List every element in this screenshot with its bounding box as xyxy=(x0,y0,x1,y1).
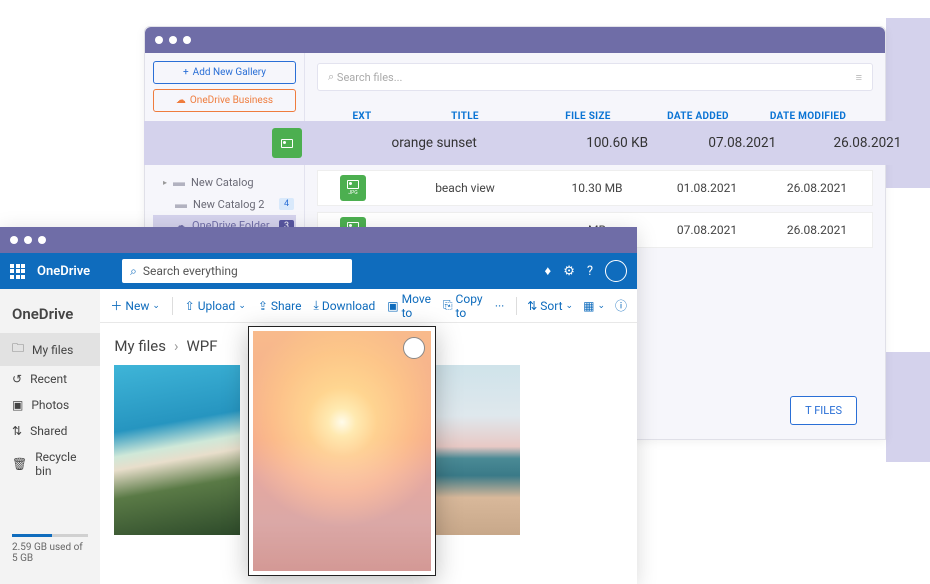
onedrive-header: OneDrive ⌕ Search everything ♦ ⚙ ? xyxy=(0,253,637,289)
folder-icon: ▬ xyxy=(175,197,187,211)
cell-added: 07.08.2021 xyxy=(680,135,805,151)
nav-photos[interactable]: ▣ Photos xyxy=(0,392,100,418)
nav-label: Photos xyxy=(31,398,69,412)
sort-icon: ⇅ xyxy=(527,299,537,313)
search-placeholder: Search everything xyxy=(143,264,238,278)
cell-added: 01.08.2021 xyxy=(652,181,762,195)
plus-icon: ＋ xyxy=(110,297,122,314)
file-type-icon xyxy=(272,128,302,158)
info-button[interactable]: ⓘ xyxy=(615,297,627,314)
tree-item-new-catalog[interactable]: ▸ ▬ New Catalog xyxy=(153,171,296,193)
search-input[interactable]: ⌕ Search files... ≡ xyxy=(317,63,873,91)
share-icon: ⇪ xyxy=(258,299,268,313)
search-placeholder: Search files... xyxy=(337,71,403,84)
brand-label: OneDrive xyxy=(37,264,90,279)
search-icon: ⌕ xyxy=(328,70,334,84)
selected-file-card[interactable] xyxy=(248,326,436,576)
photos-icon: ▣ xyxy=(12,398,23,412)
avatar[interactable] xyxy=(605,260,627,282)
plus-icon: + xyxy=(183,67,189,78)
tree-label: New Catalog 2 xyxy=(193,198,264,211)
nav-label: Recent xyxy=(30,372,67,386)
recent-icon: ↺ xyxy=(12,372,22,386)
search-icon: ⌕ xyxy=(130,264,137,279)
chevron-down-icon: ⌄ xyxy=(152,301,160,311)
breadcrumb-folder[interactable]: WPF xyxy=(187,337,218,355)
sort-button[interactable]: ⇅Sort⌄ xyxy=(527,299,573,313)
move-to-button[interactable]: ▣Move to xyxy=(387,292,431,320)
nav-recycle-bin[interactable]: 🗑 Recycle bin xyxy=(0,444,100,484)
storage-meter: 2.59 GB used of 5 GB xyxy=(0,524,100,574)
info-icon: ⓘ xyxy=(615,297,627,314)
cell-title: beach view xyxy=(388,181,542,195)
count-badge: 4 xyxy=(279,198,294,210)
tree-label: New Catalog xyxy=(191,176,254,189)
select-files-button[interactable]: T FILES xyxy=(790,396,857,425)
search-input[interactable]: ⌕ Search everything xyxy=(122,259,352,283)
cell-size: 100.60 KB xyxy=(555,135,680,151)
chevron-right-icon: › xyxy=(174,337,179,355)
onedrive-business-label: OneDrive Business xyxy=(190,95,273,106)
recycle-icon: 🗑 xyxy=(12,457,27,471)
onedrive-sidebar: OneDrive 🗀 My files ↺ Recent ▣ Photos ⇅ … xyxy=(0,289,100,584)
download-icon: ⤓ xyxy=(314,298,319,313)
upload-button[interactable]: ⇧Upload⌄ xyxy=(185,299,246,313)
app-launcher-icon[interactable] xyxy=(10,264,25,279)
add-new-gallery-button[interactable]: + Add New Gallery xyxy=(153,61,296,84)
sidebar-title: OneDrive xyxy=(0,299,100,333)
menu-icon[interactable]: ≡ xyxy=(856,71,862,84)
nav-shared[interactable]: ⇅ Shared xyxy=(0,418,100,444)
nav-my-files[interactable]: 🗀 My files xyxy=(0,333,100,366)
view-button[interactable]: ▦⌄ xyxy=(583,299,605,313)
cell-added: 07.08.2021 xyxy=(652,223,762,237)
cell-mod: 26.08.2021 xyxy=(762,223,872,237)
add-gallery-label: Add New Gallery xyxy=(193,67,266,78)
copy-icon: ⎘ xyxy=(443,298,453,313)
titlebar xyxy=(0,227,637,253)
upload-icon: ⇧ xyxy=(185,299,195,313)
folder-icon: ▬ xyxy=(173,175,185,189)
shared-icon: ⇅ xyxy=(12,424,22,438)
selection-checkbox[interactable] xyxy=(403,337,425,359)
storage-bar xyxy=(12,534,88,537)
breadcrumb-root[interactable]: My files xyxy=(114,337,166,355)
titlebar xyxy=(145,27,885,53)
cell-title: orange sunset xyxy=(314,135,555,151)
sunset-image xyxy=(253,331,431,571)
nav-label: My files xyxy=(32,343,73,357)
share-button[interactable]: ⇪Share xyxy=(258,299,302,313)
nav-recent[interactable]: ↺ Recent xyxy=(0,366,100,392)
cloud-icon: ☁ xyxy=(176,95,186,106)
table-row[interactable]: JPG beach view 10.30 MB 01.08.2021 26.08… xyxy=(317,170,873,206)
grid-icon: ▦ xyxy=(583,299,594,313)
new-button[interactable]: ＋New⌄ xyxy=(110,297,160,314)
gear-icon[interactable]: ⚙ xyxy=(563,264,575,279)
nav-label: Recycle bin xyxy=(35,450,88,478)
file-type-icon: JPG xyxy=(340,175,366,201)
cell-mod: 26.08.2021 xyxy=(762,181,872,195)
toolbar: ＋New⌄ ⇧Upload⌄ ⇪Share ⤓Download ▣Move to… xyxy=(100,289,637,323)
file-thumbnail[interactable] xyxy=(114,365,240,535)
more-button[interactable]: ··· xyxy=(495,299,504,313)
cell-mod: 26.08.2021 xyxy=(805,135,930,151)
tree-item-new-catalog-2[interactable]: ▬ New Catalog 2 4 xyxy=(153,193,296,215)
copy-to-button[interactable]: ⎘Copy to xyxy=(443,292,483,320)
onedrive-business-button[interactable]: ☁ OneDrive Business xyxy=(153,89,296,112)
chevron-right-icon: ▸ xyxy=(163,178,167,187)
download-button[interactable]: ⤓Download xyxy=(314,298,376,313)
storage-text: 2.59 GB used of 5 GB xyxy=(12,542,83,564)
move-icon: ▣ xyxy=(387,299,398,313)
files-icon: 🗀 xyxy=(12,339,24,360)
table-row-highlighted[interactable]: orange sunset 100.60 KB 07.08.2021 26.08… xyxy=(144,121,930,165)
cell-size: 10.30 MB xyxy=(542,181,652,195)
help-icon[interactable]: ? xyxy=(587,264,593,279)
premium-icon[interactable]: ♦ xyxy=(545,263,552,279)
nav-label: Shared xyxy=(30,424,67,438)
